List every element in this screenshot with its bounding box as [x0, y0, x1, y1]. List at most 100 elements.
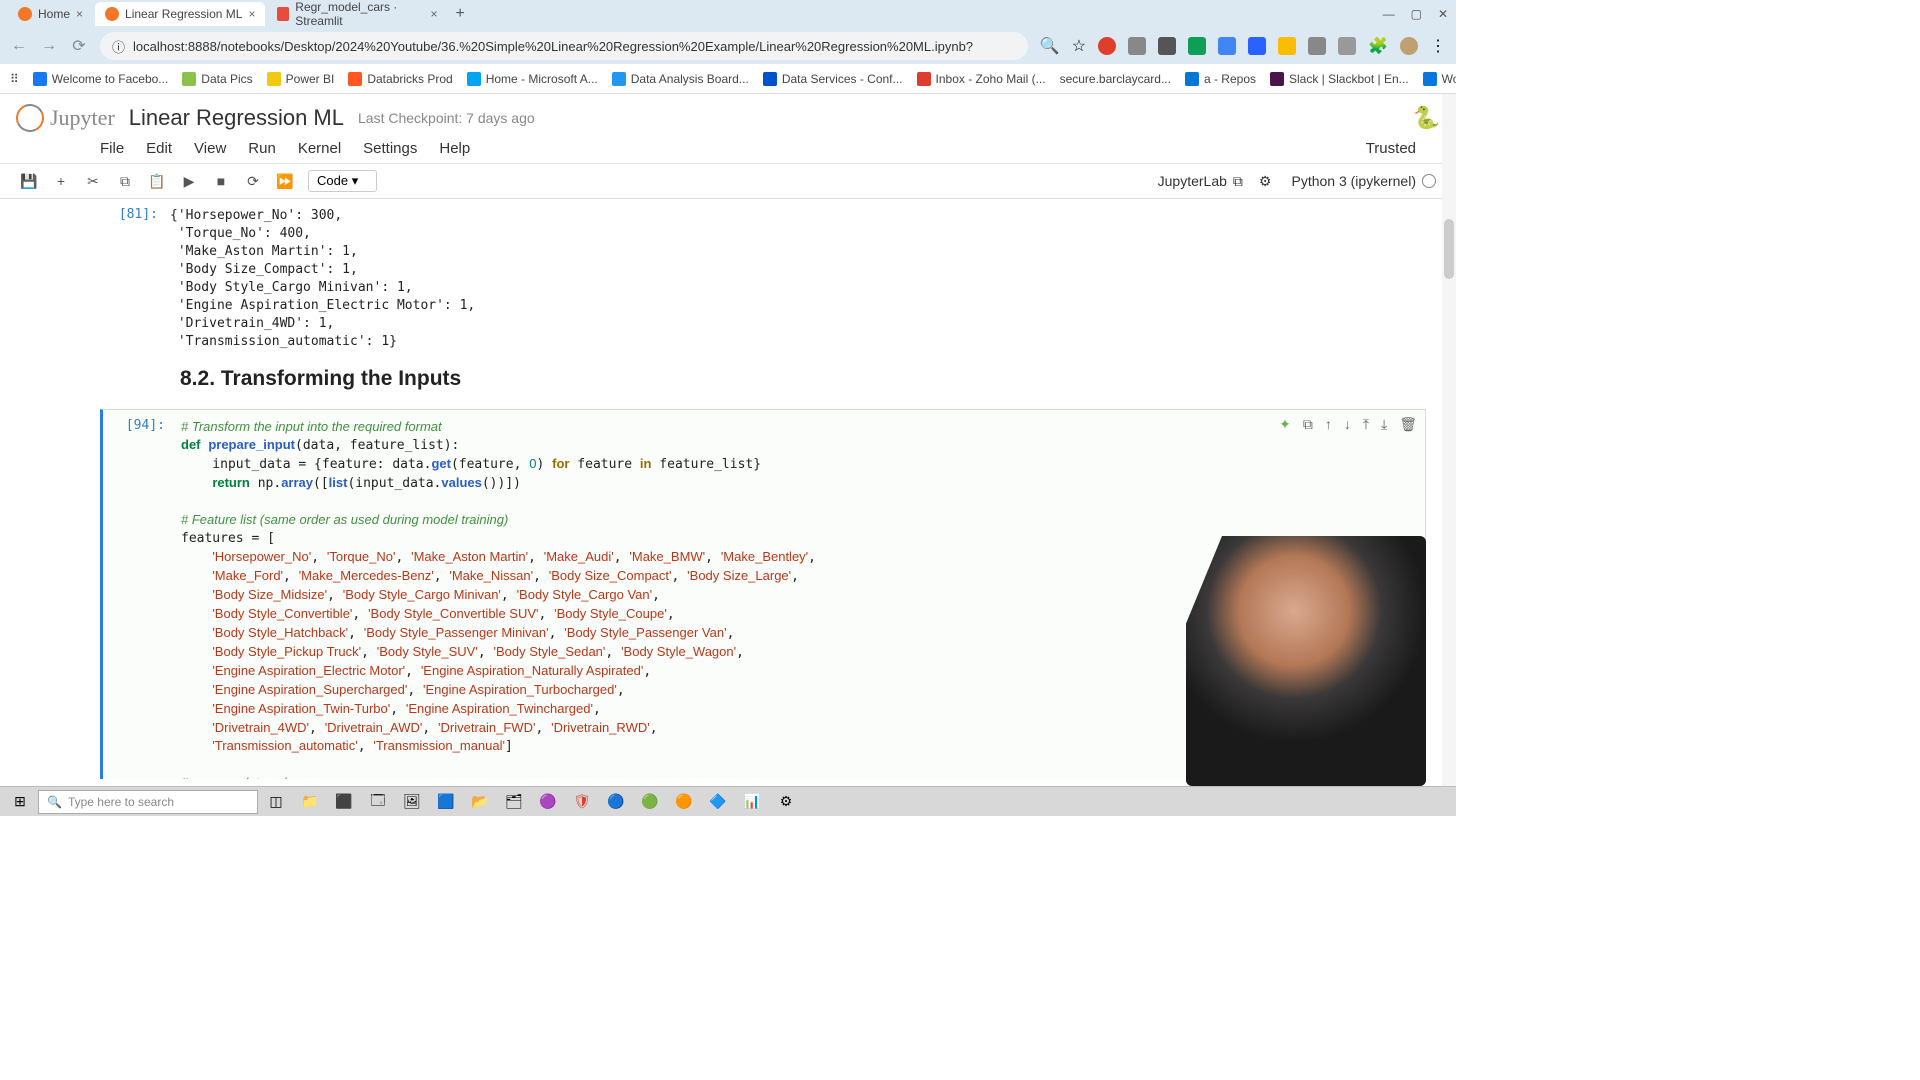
fast-forward-icon[interactable]: ⏩: [276, 172, 294, 190]
ext-icon[interactable]: [1218, 37, 1236, 55]
python-logo-icon: 🐍: [1413, 105, 1440, 131]
jupyter-logo[interactable]: Jupyter: [16, 104, 115, 132]
bookmark[interactable]: Workday wmeimg: [1423, 72, 1456, 86]
start-icon[interactable]: ⊞: [4, 789, 36, 815]
app-icon[interactable]: 🖼: [396, 789, 428, 815]
ext-icon[interactable]: [1128, 37, 1146, 55]
ext-icon[interactable]: [1188, 37, 1206, 55]
move-up-icon[interactable]: ↑: [1325, 416, 1332, 433]
star-icon[interactable]: ☆: [1072, 36, 1086, 56]
move-down-icon[interactable]: ↓: [1344, 416, 1351, 433]
app-icon[interactable]: 🛡: [566, 789, 598, 815]
close-icon[interactable]: ×: [248, 7, 255, 21]
tab-streamlit[interactable]: Regr_model_cars · Streamlit ×: [267, 2, 447, 26]
browser-titlebar: Home × Linear Regression ML × Regr_model…: [0, 0, 1456, 28]
trash-icon[interactable]: 🗑: [1399, 416, 1417, 433]
close-window-icon[interactable]: ✕: [1438, 7, 1448, 21]
stop-icon[interactable]: ■: [212, 172, 230, 190]
cell-toolbar: ✦ ⧉ ↑ ↓ ⤒ ⤓ 🗑: [1279, 416, 1417, 433]
ext-icon[interactable]: [1338, 37, 1356, 55]
markdown-heading[interactable]: 8.2. Transforming the Inputs: [180, 367, 1426, 391]
tab-row: Home × Linear Regression ML × Regr_model…: [8, 0, 1383, 28]
bookmark[interactable]: Slack | Slackbot | En...: [1270, 72, 1409, 86]
kernel-name[interactable]: Python 3 (ipykernel): [1291, 173, 1416, 189]
tab-home[interactable]: Home ×: [8, 2, 93, 26]
chrome-icon[interactable]: 🟢: [634, 789, 666, 815]
add-cell-icon[interactable]: +: [52, 172, 70, 190]
menu-edit[interactable]: Edit: [146, 140, 172, 157]
menu-help[interactable]: Help: [439, 140, 470, 157]
menu-file[interactable]: File: [100, 140, 124, 157]
jupyterlab-link[interactable]: JupyterLab: [1158, 173, 1227, 189]
ext-icon[interactable]: [1158, 37, 1176, 55]
app-icon[interactable]: ⚙: [770, 789, 802, 815]
tab-notebook[interactable]: Linear Regression ML ×: [95, 2, 265, 26]
reload-icon[interactable]: ⟳: [70, 36, 88, 56]
task-view-icon[interactable]: ◫: [260, 789, 292, 815]
app-icon[interactable]: 🗔: [362, 789, 394, 815]
bookmarks-bar: ⠿ Welcome to Facebo... Data Pics Power B…: [0, 64, 1456, 94]
cut-icon[interactable]: ✂: [84, 172, 102, 190]
insert-below-icon[interactable]: ⤓: [1381, 416, 1387, 433]
bookmark[interactable]: Inbox - Zoho Mail (...: [917, 72, 1046, 86]
insert-above-icon[interactable]: ⤒: [1363, 416, 1369, 433]
new-tab-button[interactable]: +: [455, 5, 464, 23]
bookmark[interactable]: Data Pics: [182, 72, 252, 86]
output-cell: [81]: {'Horsepower_No': 300, 'Torque_No'…: [100, 207, 1426, 351]
tab-label: Regr_model_cars · Streamlit: [295, 0, 424, 28]
minimize-icon[interactable]: —: [1383, 7, 1395, 21]
app-icon[interactable]: ⬛: [328, 789, 360, 815]
chrome-icon[interactable]: 🔵: [600, 789, 632, 815]
bookmark[interactable]: secure.barclaycard...: [1060, 72, 1171, 86]
app-icon[interactable]: 🟠: [668, 789, 700, 815]
profile-icon[interactable]: [1400, 37, 1418, 55]
bookmark[interactable]: Data Analysis Board...: [612, 72, 749, 86]
bookmark[interactable]: Welcome to Facebo...: [33, 72, 169, 86]
notebook-title[interactable]: Linear Regression ML: [129, 105, 344, 131]
bookmark[interactable]: Home - Microsoft A...: [467, 72, 598, 86]
gear-icon[interactable]: ⚙: [1259, 173, 1272, 190]
close-icon[interactable]: ×: [76, 7, 83, 21]
cell-type-select[interactable]: Code ▾: [308, 170, 377, 192]
forward-icon[interactable]: →: [40, 37, 58, 55]
app-icon[interactable]: 🔷: [702, 789, 734, 815]
app-icon[interactable]: 📊: [736, 789, 768, 815]
app-icon[interactable]: 🟦: [430, 789, 462, 815]
ext-icon[interactable]: [1308, 37, 1326, 55]
menu-run[interactable]: Run: [248, 140, 276, 157]
run-icon[interactable]: ▶: [180, 172, 198, 190]
menu-settings[interactable]: Settings: [363, 140, 417, 157]
app-icon[interactable]: 📂: [464, 789, 496, 815]
ext-icon[interactable]: [1248, 37, 1266, 55]
bookmark[interactable]: Data Services - Conf...: [763, 72, 903, 86]
scrollbar[interactable]: [1442, 94, 1456, 786]
save-icon[interactable]: 💾: [20, 172, 38, 190]
menu-icon[interactable]: ⋮: [1430, 36, 1446, 56]
app-icon[interactable]: 📁: [294, 789, 326, 815]
menu-kernel[interactable]: Kernel: [298, 140, 341, 157]
back-icon[interactable]: ←: [10, 37, 28, 55]
app-icon[interactable]: 🟣: [532, 789, 564, 815]
extensions-icon[interactable]: 🧩: [1368, 36, 1388, 56]
ext-icon[interactable]: [1098, 37, 1116, 55]
bookmark[interactable]: a - Repos: [1185, 72, 1256, 86]
duplicate-icon[interactable]: ⧉: [1303, 416, 1313, 433]
close-icon[interactable]: ×: [430, 7, 437, 21]
ai-icon[interactable]: ✦: [1279, 416, 1291, 433]
zoom-icon[interactable]: 🔍: [1040, 36, 1060, 56]
apps-icon[interactable]: ⠿: [10, 72, 19, 86]
bookmark[interactable]: Databricks Prod: [348, 72, 452, 86]
search-input[interactable]: 🔍 Type here to search: [38, 790, 258, 814]
copy-icon[interactable]: ⧉: [116, 172, 134, 190]
bookmark[interactable]: Power BI: [267, 72, 335, 86]
open-icon[interactable]: ⧉: [1233, 173, 1243, 190]
scroll-thumb[interactable]: [1444, 219, 1454, 279]
url-input[interactable]: ⓘ localhost:8888/notebooks/Desktop/2024%…: [100, 32, 1028, 60]
output-text: {'Horsepower_No': 300, 'Torque_No': 400,…: [170, 207, 1426, 351]
maximize-icon[interactable]: ▢: [1411, 7, 1422, 21]
app-icon[interactable]: 🗂: [498, 789, 530, 815]
paste-icon[interactable]: 📋: [148, 172, 166, 190]
menu-view[interactable]: View: [194, 140, 226, 157]
restart-icon[interactable]: ⟳: [244, 172, 262, 190]
ext-icon[interactable]: [1278, 37, 1296, 55]
